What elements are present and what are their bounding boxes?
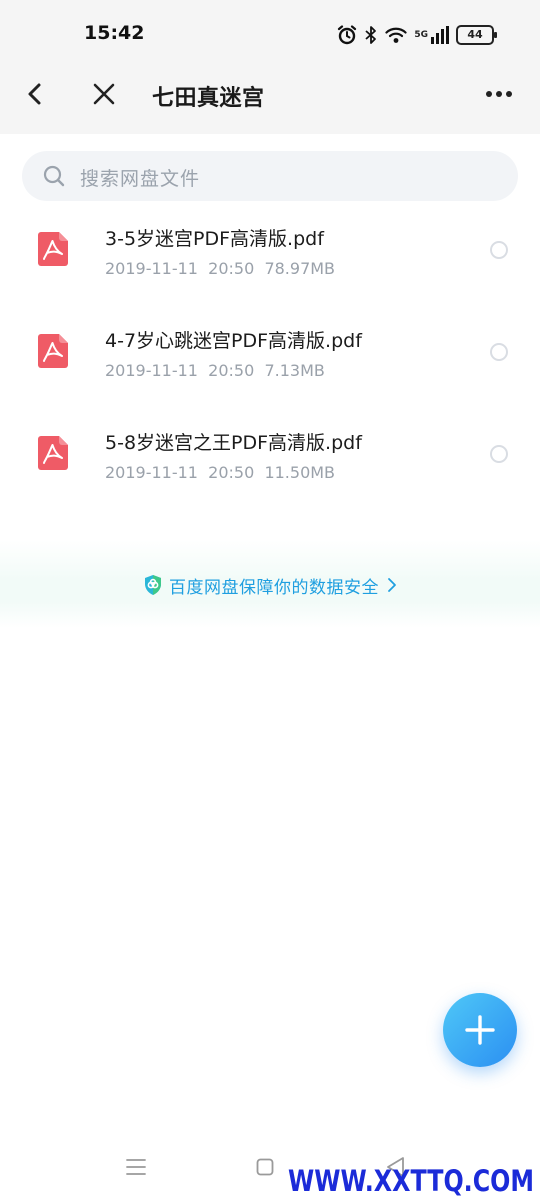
- close-button[interactable]: [88, 78, 120, 110]
- battery-icon: 44: [456, 25, 497, 45]
- shield-icon: [145, 575, 161, 595]
- pdf-icon: [38, 334, 68, 368]
- watermark: WWW.XXTTQ.COM: [287, 1164, 534, 1198]
- pdf-icon: [38, 232, 68, 266]
- file-list: 3-5岁迷宫PDF高清版.pdf 2019-11-11 20:50 78.97M…: [0, 206, 540, 512]
- file-item[interactable]: 5-8岁迷宫之王PDF高清版.pdf 2019-11-11 20:50 11.5…: [0, 410, 540, 512]
- file-date: 2019-11-11: [105, 361, 198, 380]
- search-icon: [43, 165, 65, 187]
- file-size: 11.50MB: [264, 463, 336, 482]
- search-placeholder: 搜索网盘文件: [80, 168, 201, 190]
- file-time: 20:50: [208, 463, 255, 482]
- more-button[interactable]: [484, 84, 514, 104]
- signal-icon: [431, 26, 449, 44]
- more-icon: [486, 91, 512, 97]
- top-app-bar: 七田真迷宫: [0, 54, 540, 134]
- file-select-checkbox[interactable]: [490, 445, 508, 463]
- file-select-checkbox[interactable]: [490, 343, 508, 361]
- back-button[interactable]: [20, 78, 50, 110]
- close-icon: [93, 83, 115, 105]
- status-icons: 5G 44: [337, 24, 497, 46]
- file-meta: 2019-11-11 20:50 7.13MB: [105, 361, 325, 380]
- page-title: 七田真迷宫: [152, 86, 265, 111]
- file-item[interactable]: 4-7岁心跳迷宫PDF高清版.pdf 2019-11-11 20:50 7.13…: [0, 308, 540, 410]
- network-type: 5G: [414, 29, 428, 40]
- file-select-checkbox[interactable]: [490, 241, 508, 259]
- file-name: 4-7岁心跳迷宫PDF高清版.pdf: [105, 330, 362, 352]
- add-button[interactable]: [443, 993, 517, 1067]
- pdf-icon: [38, 436, 68, 470]
- recent-apps-icon[interactable]: [126, 1158, 146, 1176]
- file-meta: 2019-11-11 20:50 11.50MB: [105, 463, 335, 482]
- bluetooth-icon: [365, 26, 377, 44]
- file-time: 20:50: [208, 259, 255, 278]
- file-size: 7.13MB: [264, 361, 325, 380]
- alarm-icon: [338, 25, 357, 45]
- chevron-left-icon: [28, 83, 41, 105]
- security-text: 百度网盘保障你的数据安全: [169, 577, 379, 598]
- file-item[interactable]: 3-5岁迷宫PDF高清版.pdf 2019-11-11 20:50 78.97M…: [0, 206, 540, 308]
- wifi-icon: [385, 27, 407, 43]
- file-meta: 2019-11-11 20:50 78.97MB: [105, 259, 335, 278]
- file-name: 3-5岁迷宫PDF高清版.pdf: [105, 228, 324, 250]
- file-time: 20:50: [208, 361, 255, 380]
- file-date: 2019-11-11: [105, 259, 198, 278]
- plus-icon: [465, 1015, 495, 1045]
- security-banner[interactable]: 百度网盘保障你的数据安全: [0, 540, 540, 628]
- status-bar: 15:42 5G 44: [0, 0, 540, 54]
- security-banner-content: 百度网盘保障你的数据安全: [0, 573, 540, 598]
- screen: 15:42 5G 44 七田真迷宫 搜索网盘文件 3-5岁迷宫PDF高清版.pd…: [0, 0, 540, 1200]
- chevron-right-icon: [388, 578, 396, 592]
- file-name: 5-8岁迷宫之王PDF高清版.pdf: [105, 432, 362, 454]
- home-icon[interactable]: [256, 1158, 274, 1176]
- file-date: 2019-11-11: [105, 463, 198, 482]
- search-input[interactable]: 搜索网盘文件: [22, 151, 518, 201]
- file-size: 78.97MB: [264, 259, 336, 278]
- status-time: 15:42: [84, 22, 145, 44]
